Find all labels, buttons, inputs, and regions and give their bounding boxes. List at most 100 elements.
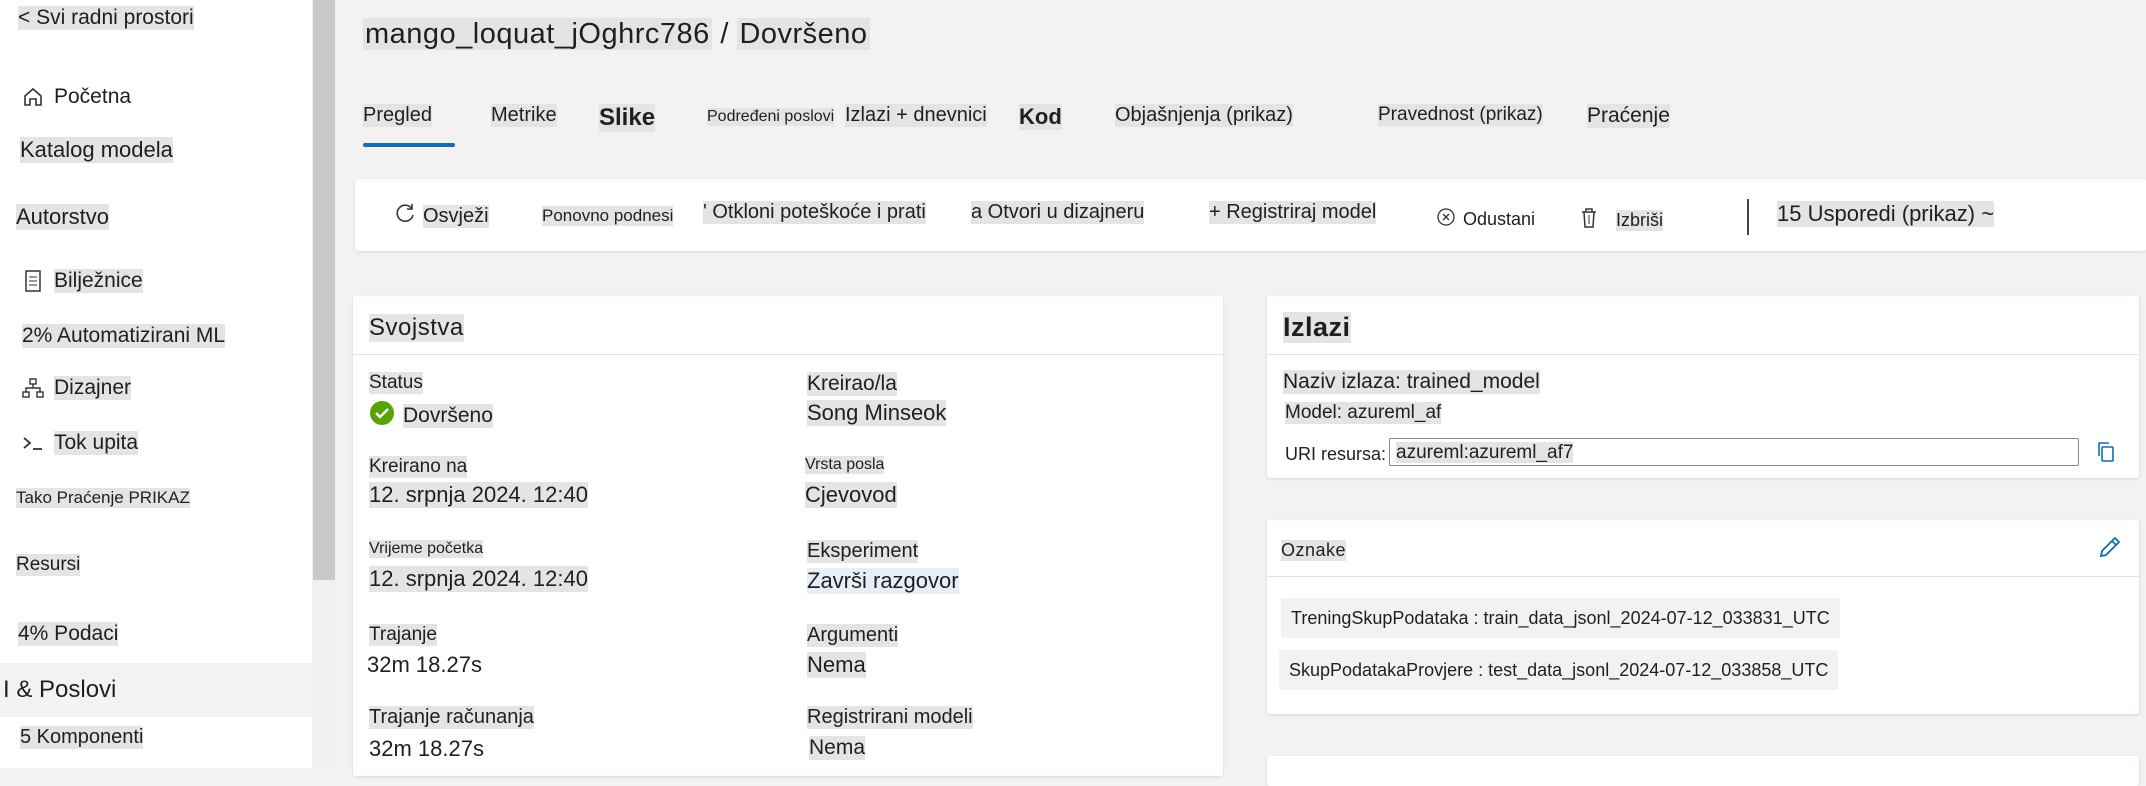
tab-child-jobs[interactable]: Podređeni poslovi: [707, 108, 835, 126]
tab-monitoring[interactable]: Praćenje: [1587, 104, 1670, 128]
back-label: < Svi radni prostori: [18, 6, 194, 30]
nav-item-jobs[interactable]: I & Poslovi: [0, 663, 312, 717]
duration-label: Trajanje: [369, 624, 437, 646]
register-model-button[interactable]: + Registriraj model: [1209, 201, 1377, 224]
toolbar-divider: [1747, 199, 1749, 235]
tags-title: Oznake: [1281, 540, 1347, 561]
run-name: mango_loquat_jOghrc786: [363, 18, 712, 50]
nav-item-tracing[interactable]: Tako Praćenje PRIKAZ: [16, 488, 190, 508]
experiment-link[interactable]: Završi razgovor: [807, 568, 959, 594]
nav-item-notebooks[interactable]: Bilježnice: [20, 268, 143, 294]
run-status: Dovršeno: [737, 18, 870, 50]
section-label: Resursi: [16, 554, 81, 576]
created-on-value: 12. srpnja 2024. 12:40: [369, 482, 588, 508]
nav-label: 2% Automatizirani ML: [22, 324, 226, 348]
cancel-icon: [1435, 206, 1457, 233]
nav-item-automl[interactable]: 2% Automatizirani ML: [22, 324, 226, 348]
tag-chip: SkupPodatakaProvjere : test_data_jsonl_2…: [1279, 650, 1839, 690]
created-by-label: Kreirao/la: [807, 372, 897, 396]
outputs-title: Izlazi: [1283, 312, 1351, 343]
compare-dropdown[interactable]: 15 Usporedi (prikaz) ~: [1777, 201, 1995, 227]
compute-duration-label: Trajanje računanja: [369, 706, 534, 729]
nav-label: Dizajner: [54, 376, 132, 400]
card-divider: [1267, 576, 2139, 577]
compare-label: 15 Usporedi (prikaz) ~: [1777, 201, 1995, 227]
output-name: Naziv izlaza: trained_model: [1283, 370, 1540, 394]
notebook-icon: [20, 268, 46, 294]
nav-item-prompt-flow[interactable]: Tok upita: [20, 430, 139, 456]
debug-monitor-button[interactable]: ' Otkloni poteškoće i prati: [703, 201, 926, 224]
status-value: Dovršeno: [369, 400, 493, 432]
delete-button[interactable]: Izbriši: [1578, 206, 1664, 235]
created-on-label: Kreirano na: [369, 456, 468, 478]
created-by-value: Song Minseok: [807, 400, 947, 426]
command-bar: Osvježi Ponovno podnesi ' Otkloni potešk…: [355, 179, 2146, 251]
outputs-card: Izlazi Naziv izlaza: trained_model Model…: [1267, 296, 2139, 478]
registered-models-label: Registrirani modeli: [807, 706, 973, 729]
nav-section-authoring: Autorstvo: [16, 204, 109, 230]
nav-label: I & Poslovi: [3, 676, 117, 703]
nav-label: Početna: [54, 85, 132, 108]
home-icon: [20, 84, 46, 110]
asset-uri-value: azureml:azureml_af7: [1396, 442, 1574, 463]
tab-code[interactable]: Kod: [1019, 104, 1062, 130]
nav-item-components[interactable]: 5 Komponenti: [20, 726, 144, 749]
refresh-label: Osvježi: [423, 204, 489, 228]
tab-explanations[interactable]: Objašnjenja (prikaz): [1115, 104, 1293, 127]
next-card: [1267, 756, 2139, 786]
title-separator: /: [720, 18, 729, 50]
start-time-label: Vrijeme početka: [369, 540, 484, 558]
copy-icon[interactable]: [2095, 440, 2117, 469]
success-check-icon: [369, 400, 395, 432]
scrollbar-thumb[interactable]: [313, 0, 335, 580]
cancel-button[interactable]: Odustani: [1435, 206, 1535, 233]
back-to-workspaces-link[interactable]: < Svi radni prostori: [18, 6, 194, 30]
resubmit-label: Ponovno podnesi: [542, 206, 674, 226]
prompt-flow-icon: [20, 430, 46, 456]
edit-pencil-icon[interactable]: [2097, 534, 2123, 565]
open-designer-button[interactable]: a Otvori u dizajneru: [971, 201, 1145, 224]
experiment-label: Eksperiment: [807, 540, 919, 563]
cancel-label: Odustani: [1463, 209, 1536, 229]
tag-chip: TreningSkupPodataka : train_data_jsonl_2…: [1281, 598, 1840, 638]
tab-overview[interactable]: Pregled: [363, 104, 432, 127]
tab-fairness[interactable]: Pravednost (prikaz): [1378, 104, 1543, 126]
page-title: mango_loquat_jOghrc786 / Dovršeno: [363, 18, 870, 51]
debug-label: ' Otkloni poteškoće i prati: [703, 201, 926, 224]
nav-item-data[interactable]: 4% Podaci: [18, 622, 119, 646]
start-time-value: 12. srpnja 2024. 12:40: [369, 566, 588, 592]
nav-item-designer[interactable]: Dizajner: [20, 375, 132, 401]
open-designer-label: a Otvori u dizajneru: [971, 201, 1145, 224]
card-divider: [353, 354, 1223, 355]
uri-label: URI resursa:: [1285, 444, 1387, 464]
status-text: Dovršeno: [403, 404, 493, 428]
nav-section-assets: Resursi: [16, 554, 81, 576]
card-divider: [1267, 354, 2139, 355]
compute-duration-value: 32m 18.27s: [369, 736, 484, 761]
nav-label: 5 Komponenti: [20, 726, 144, 749]
properties-title: Svojstva: [369, 314, 464, 342]
tab-images[interactable]: Slike: [599, 104, 656, 132]
nav-label: Bilježnice: [54, 269, 143, 293]
refresh-button[interactable]: Osvježi: [393, 201, 489, 231]
resubmit-button[interactable]: Ponovno podnesi: [542, 206, 674, 226]
tab-outputs-logs[interactable]: Izlazi + dnevnici: [845, 104, 987, 127]
nav-item-model-catalog[interactable]: Katalog modela: [20, 137, 173, 163]
asset-uri-field[interactable]: azureml:azureml_af7: [1389, 438, 2079, 466]
refresh-icon: [393, 201, 417, 231]
register-label: + Registriraj model: [1209, 201, 1377, 224]
properties-card: Svojstva Status Dovršeno Kreirao/la Song…: [353, 296, 1223, 776]
job-type-value: Cjevovod: [805, 482, 897, 508]
tab-metrics[interactable]: Metrike: [491, 104, 557, 127]
main-content: mango_loquat_jOghrc786 / Dovršeno Pregle…: [335, 0, 2146, 786]
job-type-label: Vrsta posla: [805, 456, 885, 474]
designer-icon: [20, 375, 46, 401]
tags-card: Oznake TreningSkupPodataka : train_data_…: [1267, 520, 2139, 714]
left-nav: < Svi radni prostori Početna Katalog mod…: [0, 0, 312, 768]
nav-item-home[interactable]: Početna: [20, 84, 131, 110]
trash-icon: [1578, 206, 1600, 235]
nav-label: Tako Praćenje PRIKAZ: [16, 488, 190, 508]
sidebar-scrollbar[interactable]: [313, 0, 335, 768]
output-model: Model: azureml_af: [1285, 402, 1442, 424]
active-tab-indicator: [363, 143, 455, 147]
